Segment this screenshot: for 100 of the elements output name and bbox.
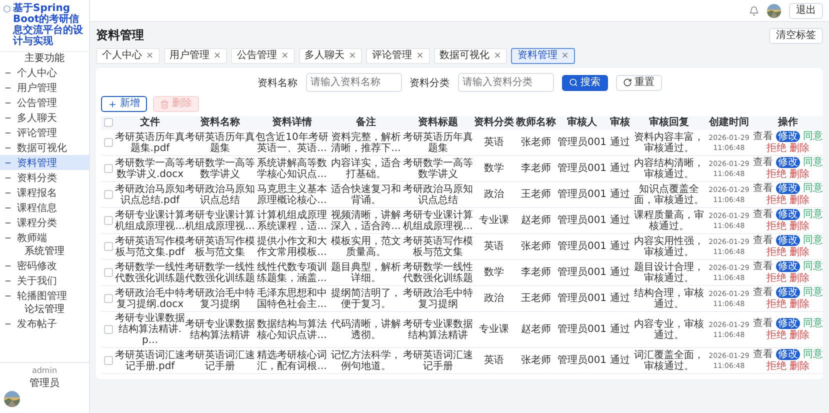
checkbox[interactable] [104,118,112,127]
menu-item[interactable]: 轮播图管理 [0,288,89,303]
notification-icon[interactable] [749,6,759,16]
menu-item[interactable]: 多人聊天 [0,110,89,125]
checkbox[interactable] [104,324,112,334]
edit-button[interactable]: 修改 [776,183,800,194]
approve-button[interactable]: 同意 [803,261,823,272]
edit-button[interactable]: 修改 [776,157,800,168]
reject-button[interactable]: 拒绝 [766,169,786,180]
approve-button[interactable]: 同意 [803,183,823,194]
tab[interactable]: 公告管理 × [231,48,295,64]
tab[interactable]: 数据可视化 × [434,48,508,64]
checkbox[interactable] [104,294,112,303]
close-icon[interactable]: × [214,50,222,62]
menu-item[interactable]: 教师端 [0,230,89,245]
view-button[interactable]: 查看 [753,157,773,168]
table-cell: 管理员001 [557,348,607,374]
checkbox[interactable] [104,216,112,225]
menu-item[interactable]: 资料分类 [0,170,89,185]
edit-button[interactable]: 修改 [776,287,800,298]
tab[interactable]: 评论管理 × [366,48,430,64]
reject-button[interactable]: 拒绝 [766,221,786,232]
view-button[interactable]: 查看 [753,318,773,329]
tab[interactable]: 用户管理 × [164,48,228,64]
menu-item[interactable]: 课程报名 [0,185,89,200]
edit-button[interactable]: 修改 [776,209,800,220]
view-button[interactable]: 查看 [753,131,773,142]
reject-button[interactable]: 拒绝 [766,195,786,206]
menu-item[interactable]: 密码修改 [0,258,89,273]
delete-button[interactable]: 删除 [790,247,810,258]
menu-item[interactable]: 数据可视化 [0,140,89,155]
menu-item[interactable]: 个人中心 [0,65,89,80]
delete-button[interactable]: 删除 [790,361,810,372]
checkbox[interactable] [104,356,112,365]
menu-item[interactable]: 关于我们 [0,273,89,288]
view-button[interactable]: 查看 [753,183,773,194]
edit-button[interactable]: 修改 [776,235,800,246]
input-field[interactable]: 请输入资料名称 [306,73,402,92]
close-icon[interactable]: × [416,50,424,62]
tab[interactable]: 资料管理 × [511,48,575,64]
tab[interactable]: 个人中心 × [96,48,160,64]
close-icon[interactable]: × [348,50,356,62]
input-field[interactable]: 请输入资料分类 [458,73,554,92]
approve-button[interactable]: 同意 [803,157,823,168]
logout-button[interactable]: 退出 [789,2,823,18]
menu-item[interactable]: 用户管理 [0,80,89,95]
reset-button[interactable]: 重置 [616,74,662,90]
delete-button[interactable]: 删除 [790,195,810,206]
approve-button[interactable]: 同意 [803,209,823,220]
checkbox[interactable] [104,242,112,251]
view-button[interactable]: 查看 [753,349,773,360]
close-icon[interactable]: × [281,50,289,62]
reject-button[interactable]: 拒绝 [766,330,786,341]
reject-button[interactable]: 拒绝 [766,299,786,310]
delete-button[interactable]: 删除 [790,169,810,180]
approve-button[interactable]: 同意 [803,349,823,360]
table-cell: 管理员001 [557,156,607,182]
column-header: 审核 [607,116,633,130]
checkbox[interactable] [104,268,112,277]
delete-button[interactable]: 删除 [790,299,810,310]
view-button[interactable]: 查看 [753,209,773,220]
table-cell: 管理员001 [557,234,607,260]
tab[interactable]: 多人聊天 × [298,48,362,64]
add-button[interactable]: 新增 [101,96,147,112]
delete-button[interactable]: 删除 [790,221,810,232]
close-icon[interactable]: × [146,50,154,62]
edit-button[interactable]: 修改 [776,318,800,329]
reject-button[interactable]: 拒绝 [766,361,786,372]
menu-item[interactable]: 课程分类 [0,215,89,230]
clear-tabs-button[interactable]: 清空标签 [769,28,823,44]
menu-item[interactable]: 公告管理 [0,95,89,110]
approve-button[interactable]: 同意 [803,318,823,329]
table-cell: 考研政治毛中特复习提纲.docx [115,286,185,312]
tab-label: 资料管理 [517,50,558,62]
view-button[interactable]: 查看 [753,235,773,246]
menu-item[interactable]: 资料管理 [0,155,89,170]
approve-button[interactable]: 同意 [803,235,823,246]
delete-button[interactable]: 删除 [790,143,810,154]
menu-item[interactable]: 评论管理 [0,125,89,140]
search-button[interactable]: 搜索 [562,74,608,90]
close-icon[interactable]: × [494,50,502,62]
delete-button[interactable]: 删除 [790,330,810,341]
edit-button[interactable]: 修改 [776,349,800,360]
reject-button[interactable]: 拒绝 [766,273,786,284]
checkbox[interactable] [104,164,112,173]
table-cell: 通过 [607,286,633,312]
view-button[interactable]: 查看 [753,261,773,272]
edit-button[interactable]: 修改 [776,261,800,272]
reject-button[interactable]: 拒绝 [766,143,786,154]
delete-button[interactable]: 删除 [790,273,810,284]
checkbox[interactable] [104,190,112,199]
menu-item[interactable]: 课程信息 [0,200,89,215]
edit-button[interactable]: 修改 [776,131,800,142]
checkbox[interactable] [104,138,112,147]
reject-button[interactable]: 拒绝 [766,247,786,258]
approve-button[interactable]: 同意 [803,287,823,298]
view-button[interactable]: 查看 [753,287,773,298]
approve-button[interactable]: 同意 [803,131,823,142]
menu-item[interactable]: 发布帖子 [0,316,89,331]
close-icon[interactable]: × [561,50,569,62]
